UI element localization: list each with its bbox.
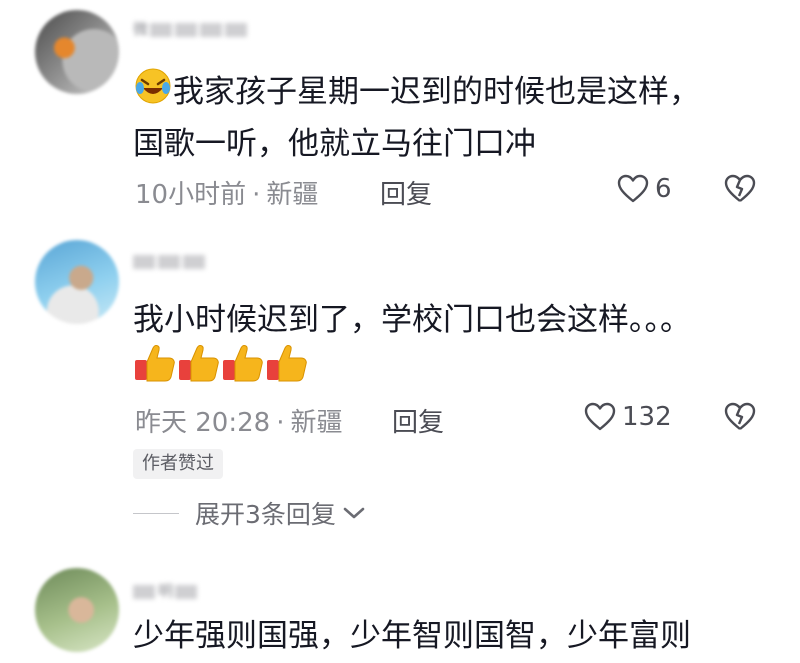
thumbs-up-emoji xyxy=(267,345,307,382)
rofl-emoji xyxy=(133,66,173,120)
reply-button[interactable]: 回复 xyxy=(392,402,444,439)
like-count: 132 xyxy=(622,402,672,432)
comment-text[interactable]: 我小时候迟到了，学校门口也会这样。。。 xyxy=(133,296,691,344)
reply-button[interactable]: 回复 xyxy=(380,174,432,211)
heart-outline-icon xyxy=(617,174,649,203)
broken-heart-icon xyxy=(724,402,756,430)
username[interactable]: 明 xyxy=(133,580,200,600)
emoji-row xyxy=(133,342,309,384)
location: 新疆 xyxy=(266,180,319,210)
username[interactable] xyxy=(133,252,208,272)
dislike-button[interactable] xyxy=(723,402,757,436)
expand-replies-button[interactable]: 展开3条回复 xyxy=(133,495,368,531)
avatar[interactable] xyxy=(35,240,119,324)
location: 新疆 xyxy=(290,408,343,438)
comment-text[interactable]: 我家孩子星期一迟到的时候也是这样， 国歌一听，他就立马往门口冲 xyxy=(133,66,700,168)
comment-meta: 昨天 20:28 · 新疆 xyxy=(135,408,343,438)
broken-heart-icon xyxy=(724,174,756,202)
divider xyxy=(133,512,179,514)
like-count: 6 xyxy=(655,174,672,204)
heart-outline-icon xyxy=(584,402,616,431)
chevron-down-icon xyxy=(343,507,365,519)
author-liked-badge: 作者赞过 xyxy=(133,449,223,479)
timestamp: 10小时前 xyxy=(135,180,247,210)
comment-meta: 10小时前 · 新疆 xyxy=(135,180,319,210)
dislike-button[interactable] xyxy=(723,174,757,208)
timestamp: 昨天 20:28 xyxy=(135,408,271,438)
thumbs-up-emoji xyxy=(223,345,263,382)
like-button[interactable]: 132 xyxy=(584,402,672,432)
like-button[interactable]: 6 xyxy=(617,174,672,204)
avatar[interactable] xyxy=(35,568,119,652)
avatar[interactable] xyxy=(35,10,119,94)
comment-text[interactable]: 少年强则国强，少年智则国智，少年富则 xyxy=(133,612,691,660)
thumbs-up-emoji xyxy=(179,345,219,382)
expand-replies-label: 展开3条回复 xyxy=(195,500,336,529)
thumbs-up-emoji xyxy=(135,345,175,382)
username[interactable]: 微 xyxy=(133,18,250,38)
